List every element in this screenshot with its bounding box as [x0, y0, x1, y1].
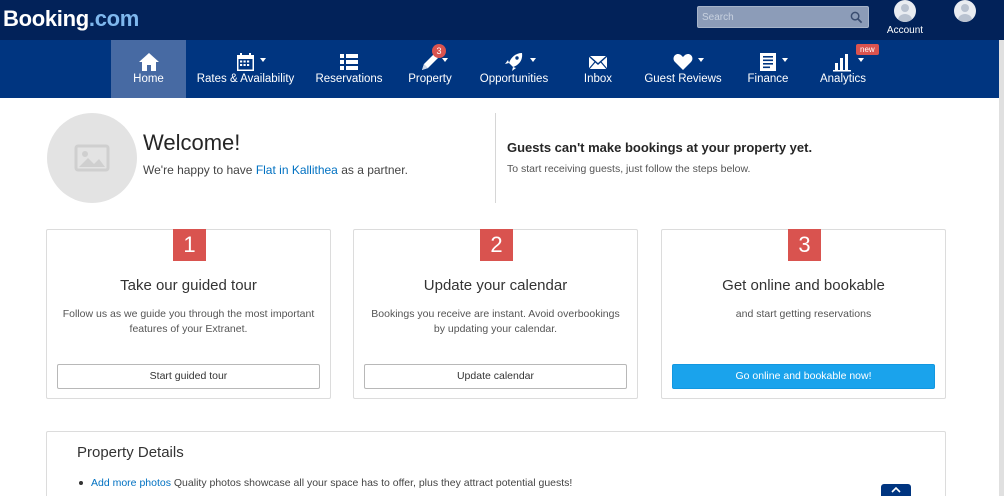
step-card-guided-tour: 1 Take our guided tour Follow us as we g…: [46, 229, 331, 399]
nav-label: Inbox: [583, 73, 613, 85]
chevron-down-icon: [698, 58, 704, 62]
nav-item-finance[interactable]: Finance: [740, 40, 796, 98]
bullet: [79, 481, 83, 486]
nav-item-rates-availability[interactable]: Rates & Availability: [188, 40, 303, 98]
step-title: Get online and bookable: [722, 277, 885, 294]
nav-item-home[interactable]: Home: [111, 40, 186, 98]
list-icon: [340, 54, 358, 70]
account-avatar-icon: [894, 0, 916, 22]
rocket-icon: [505, 53, 523, 71]
new-badge: new: [856, 44, 879, 55]
nav-label: Guest Reviews: [644, 73, 722, 85]
welcome-text: as a partner.: [337, 163, 408, 177]
step-number: 1: [173, 229, 206, 261]
nav-label: Opportunities: [479, 73, 549, 85]
nav-item-opportunities[interactable]: Opportunities: [472, 40, 556, 98]
step-description: Bookings you receive are instant. Avoid …: [371, 308, 620, 335]
nav-item-property[interactable]: 3 Property: [398, 40, 462, 98]
nav-label: Home: [133, 73, 164, 85]
list-item-text: Quality photos showcase all your space h…: [170, 477, 573, 489]
guests-title: Guests can't make bookings at your prope…: [507, 140, 813, 155]
scroll-to-top-button[interactable]: [881, 484, 911, 496]
chevron-down-icon: [260, 58, 266, 62]
nav-label: Analytics: [819, 73, 867, 85]
step-number: 3: [788, 229, 821, 261]
go-online-button[interactable]: Go online and bookable now!: [672, 364, 935, 389]
home-icon: [138, 53, 159, 71]
top-bar: Booking.com Account: [0, 0, 1004, 40]
step-card-update-calendar: 2 Update your calendar Bookings you rece…: [353, 229, 638, 399]
welcome-title: Welcome!: [143, 130, 241, 155]
bar-chart-icon: [833, 54, 851, 72]
search-input[interactable]: [702, 9, 842, 25]
welcome-text: We're happy to have: [143, 163, 256, 177]
page-scrollbar[interactable]: [999, 40, 1004, 496]
nav-label: Property: [408, 73, 452, 85]
update-calendar-button[interactable]: Update calendar: [364, 364, 627, 389]
divider: [495, 113, 496, 203]
account-menu[interactable]: Account: [882, 0, 928, 40]
property-details-title: Property Details: [77, 444, 184, 461]
start-guided-tour-button[interactable]: Start guided tour: [57, 364, 320, 389]
logo-text: Booking: [3, 6, 89, 31]
search-box[interactable]: [697, 6, 869, 28]
nav-item-reservations[interactable]: Reservations: [308, 40, 390, 98]
welcome-subtitle: We're happy to have Flat in Kallithea as…: [143, 163, 408, 177]
property-details-panel: Property Details Add more photos Quality…: [46, 431, 946, 496]
step-description: and start getting reservations: [735, 308, 872, 320]
calendar-icon: [236, 53, 254, 71]
nav-item-guest-reviews[interactable]: Guest Reviews: [642, 40, 724, 98]
add-photos-link[interactable]: Add more photos: [91, 477, 171, 489]
guests-subtitle: To start receiving guests, just follow t…: [507, 163, 751, 175]
image-placeholder-icon: [74, 144, 110, 172]
main-nav: Home Rates & Availability Reservations 3…: [0, 40, 1004, 98]
logo-suffix: .com: [88, 6, 140, 31]
nav-label: Reservations: [315, 73, 383, 85]
chevron-down-icon: [442, 58, 448, 62]
nav-item-analytics[interactable]: new Analytics: [812, 40, 879, 98]
step-title: Take our guided tour: [120, 277, 257, 294]
envelope-icon: [588, 55, 608, 70]
step-description: Follow us as we guide you through the mo…: [62, 308, 315, 335]
property-photo-placeholder[interactable]: [47, 113, 137, 203]
nav-label: Finance: [747, 73, 789, 85]
step-title: Update your calendar: [423, 277, 568, 294]
chevron-down-icon: [782, 58, 788, 62]
list-item: Add more photos Quality photos showcase …: [79, 477, 572, 489]
user-avatar-icon[interactable]: [954, 0, 976, 22]
chevron-down-icon: [530, 58, 536, 62]
search-icon[interactable]: [850, 11, 863, 24]
nav-item-inbox[interactable]: Inbox: [568, 40, 628, 98]
property-name-link[interactable]: Flat in Kallithea: [256, 163, 338, 177]
heart-icon: [673, 54, 693, 70]
step-card-go-online: 3 Get online and bookable and start gett…: [661, 229, 946, 399]
chevron-down-icon: [858, 58, 864, 62]
document-icon: [760, 53, 776, 71]
nav-label: Rates & Availability: [196, 73, 295, 85]
chevron-up-icon: [891, 487, 901, 493]
step-number: 2: [480, 229, 513, 261]
booking-logo[interactable]: Booking.com: [3, 6, 139, 32]
notification-badge: 3: [432, 44, 446, 58]
account-label: Account: [886, 25, 924, 36]
